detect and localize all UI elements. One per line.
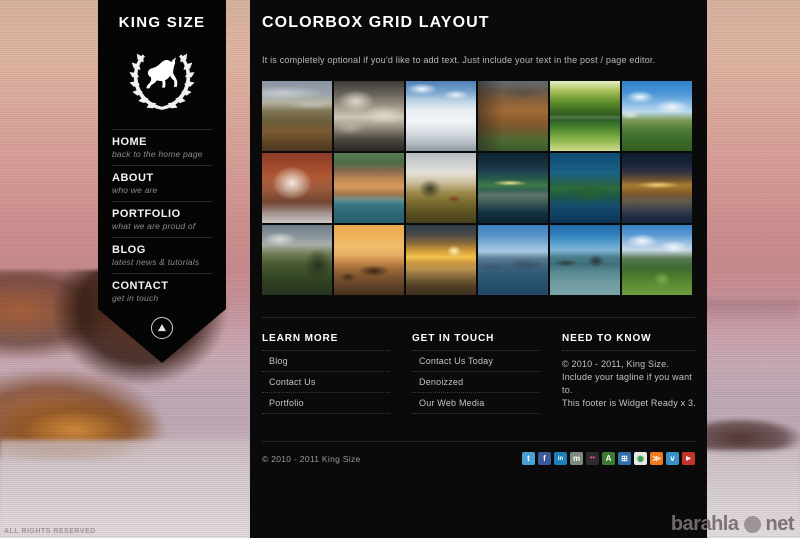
footer-link-list: Blog Contact Us Portfolio: [262, 350, 390, 414]
gallery-tile-lakeside-village-italy[interactable]: [334, 153, 404, 223]
social-icon-row: t f in m •• A ⊞ ◉ ≫ v ▶: [522, 452, 695, 465]
laurel-wreath-horse-crest-icon: [125, 41, 199, 115]
watermark-all-rights-reserved: ALL RIGHTS RESERVED: [4, 528, 96, 535]
nav-label: HOME: [112, 136, 147, 148]
gallery-tile-blossom-tree-infrared[interactable]: [262, 153, 332, 223]
nav-subtitle: back to the home page: [112, 149, 203, 159]
footer-bottom-bar: © 2010 - 2011 King Size t f in m •• A ⊞ …: [262, 452, 695, 465]
gallery-tile-green-river-reflection[interactable]: [550, 81, 620, 151]
copyright-text: © 2010 - 2011 King Size: [262, 453, 361, 464]
footer-link-contact-us[interactable]: Contact Us: [262, 371, 390, 392]
footer-column-learn-more: LEARN MORE Blog Contact Us Portfolio: [262, 333, 412, 414]
site-brand-title: KING SIZE: [118, 14, 206, 31]
vimeo-icon[interactable]: v: [666, 452, 679, 465]
footer-bottom-rule: [262, 441, 695, 442]
nav-item-home[interactable]: HOME back to the home page: [112, 129, 212, 165]
gallery-tile-golden-sunset-reflection[interactable]: [406, 225, 476, 295]
nav-subtitle: who we are: [112, 185, 158, 195]
gallery-tile-snowy-mountain-range[interactable]: [406, 81, 476, 151]
gallery-tile-moorland-valley-dusk[interactable]: [262, 81, 332, 151]
youtube-icon[interactable]: ▶: [682, 452, 695, 465]
footer-link-blog[interactable]: Blog: [262, 350, 390, 371]
gallery-tile-blue-lake-distant-hills[interactable]: [478, 225, 548, 295]
page-root: KING SIZE HOME back to the home page ABO…: [0, 0, 800, 538]
nav-subtitle: get in touch: [112, 293, 159, 303]
gallery-tile-rocky-islets-clear-water[interactable]: [550, 225, 620, 295]
footer-link-list: Contact Us Today Denoizzed Our Web Media: [412, 350, 540, 414]
footer-link-our-web-media[interactable]: Our Web Media: [412, 392, 540, 414]
footer-note-line: Include your tagline if you want to.: [562, 372, 692, 395]
chrome-icon[interactable]: ◉: [634, 452, 647, 465]
nav-subtitle: what we are proud of: [112, 221, 196, 231]
primary-navigation: HOME back to the home page ABOUT who we …: [112, 129, 212, 310]
page-intro-text: It is completely optional if you'd like …: [262, 55, 656, 65]
nav-subtitle: latest news & tutorials: [112, 257, 200, 267]
nav-item-about[interactable]: ABOUT who we are: [112, 165, 212, 201]
footer-note-block: © 2010 - 2011, King Size. Include your t…: [562, 350, 696, 410]
twitter-icon[interactable]: t: [522, 452, 535, 465]
footer-column-need-to-know: NEED TO KNOW © 2010 - 2011, King Size. I…: [562, 333, 696, 414]
aim-icon[interactable]: A: [602, 452, 615, 465]
footer-link-denoizzed[interactable]: Denoizzed: [412, 371, 540, 392]
flickr-icon[interactable]: ••: [586, 452, 599, 465]
scroll-up-arrow-icon[interactable]: [151, 317, 173, 339]
watermark-text-left: barahla: [670, 513, 739, 535]
gallery-tile-clifftop-ruined-fortress[interactable]: [478, 81, 548, 151]
nav-item-blog[interactable]: BLOG latest news & tutorials: [112, 237, 212, 273]
content-divider: [262, 317, 695, 318]
nav-item-portfolio[interactable]: PORTFOLIO what we are proud of: [112, 201, 212, 237]
footer-note-line: © 2010 - 2011, King Size.: [562, 359, 670, 369]
footer-note-line: This footer is Widget Ready x 3.: [562, 398, 696, 408]
nav-item-contact[interactable]: CONTACT get in touch: [112, 273, 212, 310]
footer-column-get-in-touch: GET IN TOUCH Contact Us Today Denoizzed …: [412, 333, 562, 414]
linkedin-icon[interactable]: in: [554, 452, 567, 465]
watermark-barahla-net: barahla net: [670, 513, 795, 536]
sidebar-banner: KING SIZE HOME back to the home page ABO…: [98, 0, 226, 363]
myspace-icon[interactable]: m: [570, 452, 583, 465]
gallery-tile-golden-city-night-river[interactable]: [622, 153, 692, 223]
footer-column-title: LEARN MORE: [262, 333, 339, 344]
gallery-tile-green-hill-blue-sky[interactable]: [622, 81, 692, 151]
watermark-text-right: net: [765, 513, 795, 535]
windows-icon[interactable]: ⊞: [618, 452, 631, 465]
footer-link-portfolio[interactable]: Portfolio: [262, 392, 390, 414]
photo-grid: [262, 81, 694, 295]
background-surf-left: [0, 440, 250, 538]
facebook-icon[interactable]: f: [538, 452, 551, 465]
page-title: COLORBOX GRID LAYOUT: [262, 14, 490, 31]
footer-column-title: NEED TO KNOW: [562, 333, 652, 344]
nav-label: ABOUT: [112, 172, 154, 184]
gallery-tile-lit-island-night-lake[interactable]: [478, 153, 548, 223]
gallery-tile-orange-sunset-sea-rocks[interactable]: [334, 225, 404, 295]
gallery-tile-forested-peninsula-lake[interactable]: [550, 153, 620, 223]
main-content-panel: COLORBOX GRID LAYOUT It is completely op…: [250, 0, 707, 538]
watermark-dot-icon: [743, 516, 761, 533]
sidebar-body: KING SIZE HOME back to the home page ABO…: [98, 0, 226, 310]
nav-label: PORTFOLIO: [112, 208, 181, 220]
gallery-tile-coastal-headland-path[interactable]: [262, 225, 332, 295]
sidebar-banner-point: [98, 309, 226, 363]
nav-label: BLOG: [112, 244, 146, 256]
gallery-tile-storm-clouds-mountain[interactable]: [334, 81, 404, 151]
nav-label: CONTACT: [112, 280, 169, 292]
footer-widgets: LEARN MORE Blog Contact Us Portfolio GET…: [262, 333, 696, 414]
gallery-tile-lone-tree-red-barn[interactable]: [406, 153, 476, 223]
gallery-tile-green-valley-cloud-peaks[interactable]: [622, 225, 692, 295]
footer-link-contact-us-today[interactable]: Contact Us Today: [412, 350, 540, 371]
footer-column-title: GET IN TOUCH: [412, 333, 495, 344]
rss-icon[interactable]: ≫: [650, 452, 663, 465]
